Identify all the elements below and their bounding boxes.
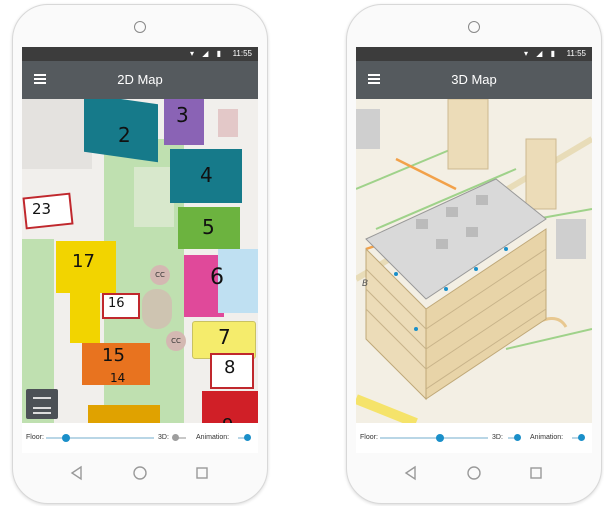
building-16-label: 16 bbox=[108, 296, 125, 311]
animation-label: Animation: bbox=[196, 434, 230, 441]
layers-button[interactable] bbox=[26, 389, 58, 419]
page-title: 2D Map bbox=[117, 72, 163, 87]
phone-2d: ▾ ◢ ▮ 11:55 2D Map 2 3 4 5 6 7 8 23 17 1… bbox=[12, 4, 268, 504]
animation-label: Animation: bbox=[530, 434, 564, 441]
status-icons: ▾ ◢ ▮ bbox=[189, 49, 224, 58]
screen-2d: ▾ ◢ ▮ 11:55 2D Map 2 3 4 5 6 7 8 23 17 1… bbox=[22, 47, 258, 453]
animation-toggle-knob[interactable] bbox=[244, 434, 251, 441]
building-17-label: 17 bbox=[72, 251, 95, 272]
building-3-label: 3 bbox=[176, 103, 189, 127]
cc-trees bbox=[142, 289, 172, 329]
back-icon[interactable] bbox=[403, 465, 419, 481]
animation-toggle-knob[interactable] bbox=[578, 434, 585, 441]
building-2-label: 2 bbox=[118, 123, 131, 147]
building-6-label: 6 bbox=[210, 265, 224, 290]
phone-3d: ▾ ◢ ▮ 11:55 3D Map B Floor: 3D: Animatio… bbox=[346, 4, 602, 504]
screen-3d: ▾ ◢ ▮ 11:55 3D Map B Floor: 3D: Animatio… bbox=[356, 47, 592, 453]
building-5-label: 5 bbox=[202, 215, 215, 239]
map-marker-letter: B bbox=[362, 279, 369, 289]
floor-slider-knob[interactable] bbox=[62, 434, 70, 442]
3d-toggle-knob[interactable] bbox=[172, 434, 179, 441]
cc-label: CC bbox=[166, 331, 186, 351]
recents-icon[interactable] bbox=[528, 465, 544, 481]
building-6b[interactable] bbox=[218, 249, 258, 313]
grey-building bbox=[218, 109, 238, 137]
orange-building bbox=[88, 405, 160, 423]
nav-bar bbox=[13, 459, 267, 489]
floor-label: Floor: bbox=[26, 434, 44, 441]
map-3d[interactable]: B bbox=[356, 99, 592, 423]
grey-building bbox=[22, 99, 92, 169]
floor-slider[interactable] bbox=[380, 434, 488, 442]
front-camera bbox=[468, 21, 480, 33]
animation-toggle[interactable] bbox=[572, 434, 585, 441]
building-15-label: 15 bbox=[102, 345, 125, 366]
map-controls: Floor: 3D: Animation: bbox=[356, 423, 592, 453]
3d-label: 3D: bbox=[492, 434, 503, 441]
status-time: 11:55 bbox=[566, 49, 586, 58]
3d-toggle[interactable] bbox=[508, 434, 521, 441]
floor-label: Floor: bbox=[360, 434, 378, 441]
building-4-label: 4 bbox=[200, 163, 213, 187]
status-time: 11:55 bbox=[232, 49, 252, 58]
status-bar: ▾ ◢ ▮ 11:55 bbox=[22, 47, 258, 61]
animation-toggle[interactable] bbox=[238, 434, 251, 441]
3d-toggle[interactable] bbox=[172, 434, 186, 441]
recents-icon[interactable] bbox=[194, 465, 210, 481]
map-3d-drawing bbox=[356, 99, 592, 423]
cc-label: CC bbox=[150, 265, 170, 285]
building-17-ext[interactable] bbox=[70, 291, 100, 343]
nav-bar bbox=[347, 459, 601, 489]
home-icon[interactable] bbox=[132, 465, 148, 481]
plaza bbox=[134, 167, 174, 227]
building-8-label: 8 bbox=[224, 357, 236, 378]
floor-slider[interactable] bbox=[46, 434, 154, 442]
map-2d[interactable]: 2 3 4 5 6 7 8 9 23 17 16 15 bbox=[22, 99, 258, 423]
home-icon[interactable] bbox=[466, 465, 482, 481]
map-controls: Floor: 3D: Animation: bbox=[22, 423, 258, 453]
building-7-label: 7 bbox=[218, 325, 231, 349]
building-14-label: 14 bbox=[110, 371, 126, 385]
3d-label: 3D: bbox=[158, 434, 169, 441]
status-icons: ▾ ◢ ▮ bbox=[523, 49, 558, 58]
page-title: 3D Map bbox=[451, 72, 497, 87]
app-bar: 2D Map bbox=[22, 61, 258, 99]
floor-slider-knob[interactable] bbox=[436, 434, 444, 442]
3d-building-stack bbox=[365, 178, 547, 401]
status-bar: ▾ ◢ ▮ 11:55 bbox=[356, 47, 592, 61]
back-icon[interactable] bbox=[69, 465, 85, 481]
building-23-label: 23 bbox=[32, 200, 52, 218]
app-bar: 3D Map bbox=[356, 61, 592, 99]
building-9-label: 9 bbox=[222, 415, 233, 423]
front-camera bbox=[134, 21, 146, 33]
3d-toggle-knob[interactable] bbox=[514, 434, 521, 441]
